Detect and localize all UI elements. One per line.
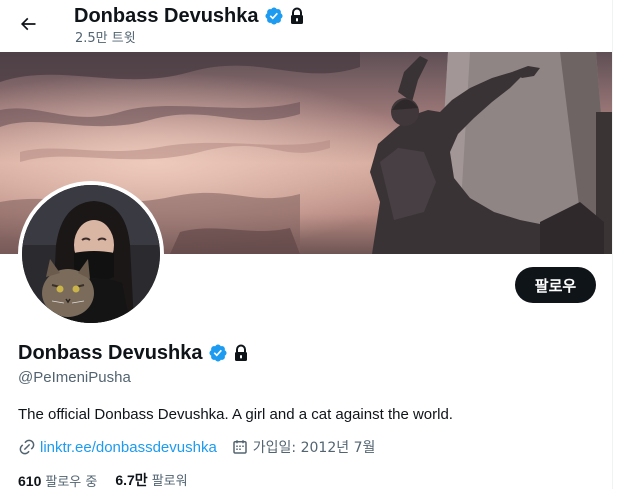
link-icon [18,438,36,456]
profile-header: Donbass Devushka 2.5만 트윗 [0,0,612,52]
profile-join-date: 가입일: 2012년 7월 [231,437,376,457]
lock-icon [289,7,305,25]
profile-bio: The official Donbass Devushka. A girl an… [18,406,453,423]
verified-badge-icon[interactable] [264,6,284,26]
avatar-girl-with-cat-image [22,185,160,323]
profile-website-link[interactable]: linktr.ee/donbassdevushka [18,438,217,456]
header-title: Donbass Devushka [74,4,305,28]
profile-page: Donbass Devushka 2.5만 트윗 팔로우 Donbass Dev… [0,0,613,489]
calendar-icon [231,438,249,456]
profile-stats: 610 팔로우 중 6.7만 팔로워 [18,470,206,489]
profile-handle: @PeImeniPusha [18,369,131,386]
profile-website-text: linktr.ee/donbassdevushka [40,438,217,456]
profile-name-row: Donbass Devushka [18,341,249,365]
lock-icon [233,344,249,362]
followers-count: 6.7만 [115,472,148,488]
profile-join-text: 가입일: 2012년 7월 [252,440,376,456]
verified-badge-icon[interactable] [208,343,228,363]
followers-label: 팔로워 [151,474,188,489]
header-tweet-count: 2.5만 트윗 [75,31,136,46]
following-count: 610 [18,472,42,489]
profile-display-name: Donbass Devushka [18,342,203,364]
arrow-left-icon [18,14,38,34]
profile-avatar[interactable] [18,181,164,327]
back-button[interactable] [12,8,44,40]
header-display-name: Donbass Devushka [74,5,259,27]
following-link[interactable]: 610 팔로우 중 [18,471,97,489]
profile-meta-row: linktr.ee/donbassdevushka 가입일: 2012년 7월 [18,437,375,457]
follow-button[interactable]: 팔로우 [515,267,596,303]
followers-link[interactable]: 6.7만 팔로워 [115,470,187,489]
following-label: 팔로우 중 [45,474,98,489]
